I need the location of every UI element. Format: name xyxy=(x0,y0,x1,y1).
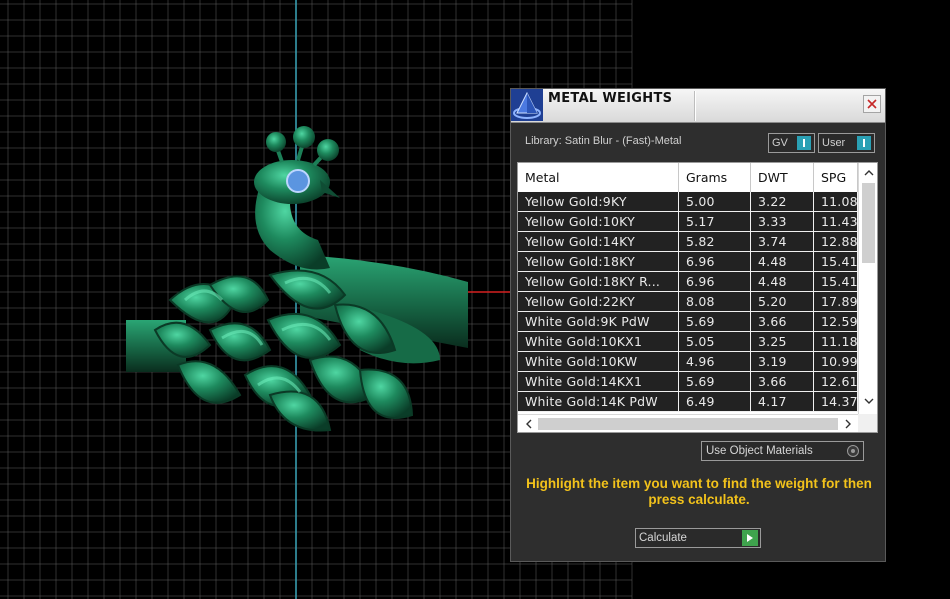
metal-table[interactable]: Metal Grams DWT SPG Yellow Gold:9KY 5.00 3… xyxy=(517,162,878,433)
peacock-ring-model[interactable] xyxy=(0,0,520,460)
cell-grams: 8.08 xyxy=(679,292,751,311)
cell-metal: Yellow Gold:22KY xyxy=(518,292,679,311)
header-grams[interactable]: Grams xyxy=(679,163,751,192)
user-toggle-label: User xyxy=(822,137,846,149)
user-toggle[interactable]: User xyxy=(818,133,875,153)
cell-dwt: 4.48 xyxy=(751,252,814,271)
cell-grams: 5.69 xyxy=(679,312,751,331)
table-header: Metal Grams DWT SPG xyxy=(518,163,858,192)
cell-dwt: 3.19 xyxy=(751,352,814,371)
cell-metal: White Gold:9K PdW xyxy=(518,312,679,331)
header-metal[interactable]: Metal xyxy=(518,163,679,192)
cell-grams: 6.49 xyxy=(679,392,751,411)
cell-grams: 5.82 xyxy=(679,232,751,251)
cell-grams: 5.69 xyxy=(679,372,751,391)
cell-grams: 6.96 xyxy=(679,252,751,271)
cell-spg: 10.99 xyxy=(814,352,858,371)
cell-spg: 12.59 xyxy=(814,312,858,331)
cell-metal: White Gold:10KX1 xyxy=(518,332,679,351)
table-row[interactable]: White Gold:14K PdW 6.49 4.17 14.37 xyxy=(518,392,858,412)
gv-toggle-label: GV xyxy=(772,137,788,149)
cell-metal: Yellow Gold:18KY xyxy=(518,252,679,271)
cell-dwt: 3.25 xyxy=(751,332,814,351)
cell-metal: White Gold:14KX1 xyxy=(518,372,679,391)
header-spg[interactable]: SPG xyxy=(814,163,858,192)
library-label: Library: Satin Blur - (Fast)-Metal xyxy=(525,135,682,147)
radio-icon[interactable] xyxy=(847,445,859,457)
gv-toggle[interactable]: GV xyxy=(768,133,815,153)
table-row[interactable]: Yellow Gold:18KY R... 6.96 4.48 15.41 xyxy=(518,272,858,292)
calculate-label: Calculate xyxy=(639,532,687,544)
cell-spg: 12.61 xyxy=(814,372,858,391)
horizontal-scrollbar[interactable] xyxy=(518,414,877,432)
cell-dwt: 3.33 xyxy=(751,212,814,231)
horizontal-scroll-thumb[interactable] xyxy=(538,418,838,430)
cell-dwt: 4.17 xyxy=(751,392,814,411)
table-row[interactable]: White Gold:9K PdW 5.69 3.66 12.59 xyxy=(518,312,858,332)
cell-grams: 5.00 xyxy=(679,192,751,211)
cell-spg: 15.41 xyxy=(814,252,858,271)
cell-dwt: 5.20 xyxy=(751,292,814,311)
scrollbar-corner xyxy=(858,414,877,432)
table-row[interactable]: White Gold:10KW 4.96 3.19 10.99 xyxy=(518,352,858,372)
header-dwt[interactable]: DWT xyxy=(751,163,814,192)
cell-spg: 17.89 xyxy=(814,292,858,311)
cell-spg: 12.88 xyxy=(814,232,858,251)
vertical-scrollbar[interactable] xyxy=(858,163,877,414)
cell-metal: Yellow Gold:14KY xyxy=(518,232,679,251)
cell-grams: 4.96 xyxy=(679,352,751,371)
panel-titlebar[interactable]: METAL WEIGHTS xyxy=(511,89,885,123)
instruction-text: Highlight the item you want to find the … xyxy=(526,476,872,507)
table-row[interactable]: Yellow Gold:22KY 8.08 5.20 17.89 xyxy=(518,292,858,312)
cell-metal: White Gold:14K PdW xyxy=(518,392,679,411)
scroll-left-icon[interactable] xyxy=(521,416,536,431)
title-divider xyxy=(694,91,696,121)
table-row[interactable]: Yellow Gold:9KY 5.00 3.22 11.08 xyxy=(518,192,858,212)
use-object-materials-label: Use Object Materials xyxy=(706,445,813,457)
table-row[interactable]: White Gold:14KX1 5.69 3.66 12.61 xyxy=(518,372,858,392)
metal-weights-panel: METAL WEIGHTS Library: Satin Blur - (Fas… xyxy=(510,88,886,562)
cell-spg: 14.37 xyxy=(814,392,858,411)
use-object-materials-option[interactable]: Use Object Materials xyxy=(701,441,864,461)
cell-metal: Yellow Gold:10KY xyxy=(518,212,679,231)
table-row[interactable]: White Gold:10KX1 5.05 3.25 11.18 xyxy=(518,332,858,352)
cell-grams: 5.05 xyxy=(679,332,751,351)
cell-spg: 11.43 xyxy=(814,212,858,231)
cell-metal: Yellow Gold:9KY xyxy=(518,192,679,211)
table-row[interactable]: Yellow Gold:10KY 5.17 3.33 11.43 xyxy=(518,212,858,232)
scroll-right-icon[interactable] xyxy=(840,416,855,431)
cell-metal: White Gold:10KW xyxy=(518,352,679,371)
cell-spg: 11.18 xyxy=(814,332,858,351)
cell-grams: 5.17 xyxy=(679,212,751,231)
close-button[interactable] xyxy=(863,95,881,113)
play-icon[interactable] xyxy=(742,530,758,546)
cell-dwt: 3.66 xyxy=(751,312,814,331)
gv-toggle-switch[interactable] xyxy=(797,136,811,150)
table-row[interactable]: Yellow Gold:14KY 5.82 3.74 12.88 xyxy=(518,232,858,252)
panel-title: METAL WEIGHTS xyxy=(548,91,673,106)
cell-dwt: 3.66 xyxy=(751,372,814,391)
cell-dwt: 3.22 xyxy=(751,192,814,211)
user-toggle-switch[interactable] xyxy=(857,136,871,150)
cell-spg: 11.08 xyxy=(814,192,858,211)
scroll-up-icon[interactable] xyxy=(861,165,876,180)
vertical-scroll-thumb[interactable] xyxy=(862,183,875,263)
close-icon xyxy=(867,99,877,109)
cell-dwt: 4.48 xyxy=(751,272,814,291)
cell-grams: 6.96 xyxy=(679,272,751,291)
cell-dwt: 3.74 xyxy=(751,232,814,251)
scroll-down-icon[interactable] xyxy=(861,393,876,408)
cell-spg: 15.41 xyxy=(814,272,858,291)
cell-metal: Yellow Gold:18KY R... xyxy=(518,272,679,291)
pyramid-logo-icon xyxy=(511,89,543,121)
table-row[interactable]: Yellow Gold:18KY 6.96 4.48 15.41 xyxy=(518,252,858,272)
calculate-button[interactable]: Calculate xyxy=(635,528,761,548)
